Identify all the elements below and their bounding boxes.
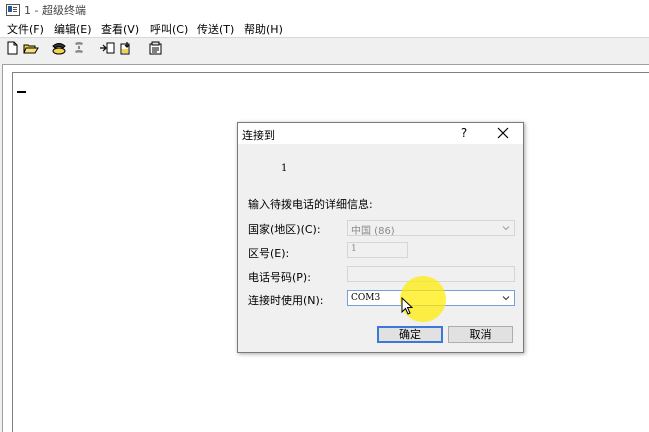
dialog-instruction: 输入待拨电话的详细信息: [248,198,373,211]
new-icon[interactable] [5,41,21,55]
chevron-down-icon [502,226,510,231]
country-select[interactable]: 中国 (86) [347,220,515,237]
connection-name: 1 [281,163,288,174]
send-icon[interactable] [99,41,115,55]
mouse-pointer-icon [401,297,414,315]
chevron-down-icon [502,296,510,301]
close-icon[interactable] [496,126,510,140]
hyperterminal-app-icon [6,4,20,16]
toolbar [0,37,649,60]
area-code-value: 1 [351,244,357,254]
window-title: 1 - 超级终端 [24,4,86,17]
properties-icon[interactable] [148,41,164,55]
receive-icon[interactable] [119,41,135,55]
connect-using-value: COM3 [351,293,381,303]
open-icon[interactable] [23,41,39,55]
connect-to-dialog: 连接到 ? 1 输入待拨电话的详细信息: 国家(地区)(C): 中国 (86) … [237,122,524,353]
connect-using-label: 连接时使用(N): [248,294,324,307]
menu-file[interactable]: 文件(F) [7,21,44,37]
menu-view[interactable]: 查看(V) [101,21,139,37]
country-value: 中国 (86) [351,226,395,237]
phone-number-label: 电话号码(P): [248,271,311,284]
menu-transfer[interactable]: 传送(T) [197,21,234,37]
terminal-caret [17,91,26,93]
cancel-button[interactable]: 取消 [448,326,513,343]
menu-bar: 文件(F) 编辑(E) 查看(V) 呼叫(C) 传送(T) 帮助(H) [0,19,649,37]
country-label: 国家(地区)(C): [248,223,321,236]
help-button[interactable]: ? [457,126,471,140]
ok-button[interactable]: 确定 [377,326,443,343]
area-code-input[interactable]: 1 [347,242,408,258]
menu-call[interactable]: 呼叫(C) [150,21,188,37]
dialog-title: 连接到 [242,129,275,142]
menu-help[interactable]: 帮助(H) [244,21,283,37]
window-title-bar: 1 - 超级终端 [0,0,649,19]
call-icon[interactable] [51,41,67,55]
disconnect-icon[interactable] [71,41,87,55]
area-code-label: 区号(E): [248,247,290,260]
dialog-title-bar: 连接到 ? [238,123,523,144]
menu-edit[interactable]: 编辑(E) [54,21,92,37]
